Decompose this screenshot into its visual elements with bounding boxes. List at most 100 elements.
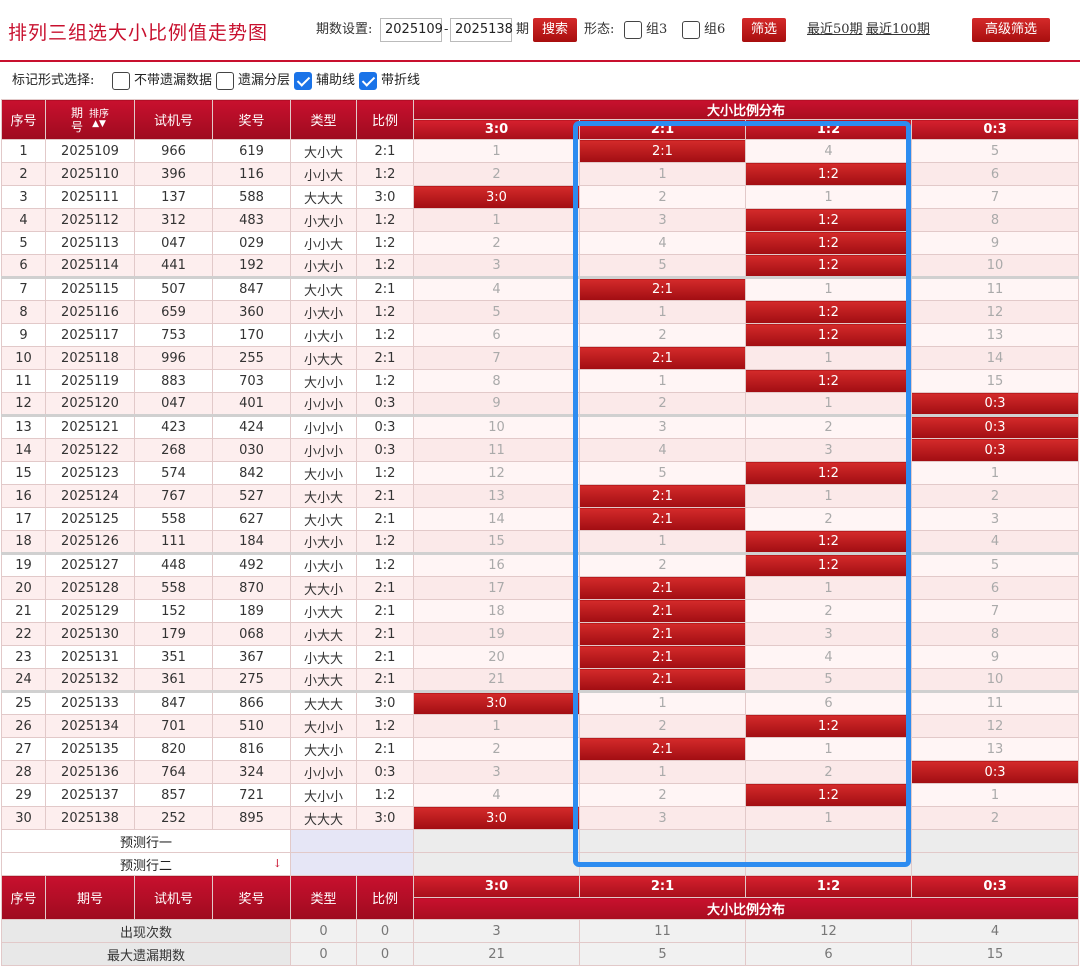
recent-100-link[interactable]: 最近100期	[866, 18, 930, 42]
miss-layer-checkbox[interactable]	[216, 72, 234, 90]
advanced-filter-button[interactable]: 高级筛选	[972, 18, 1050, 42]
row-trial: 111	[134, 530, 213, 554]
dist-miss-cell: 2	[579, 552, 746, 577]
predict-row-2-cell[interactable]	[579, 852, 746, 876]
dist-hit-cell: 3:0	[413, 690, 580, 715]
row-index: 18	[1, 530, 46, 554]
aux-line-checkbox[interactable]	[294, 72, 312, 90]
table-row[interactable]: 4 2025112 312 483 小大小 1:2 1 3 1:2 8	[1, 208, 1080, 232]
dist-miss-cell: 9	[910, 231, 1080, 255]
table-row[interactable]: 26 2025134 701 510 大小小 1:2 1 2 1:2 12	[1, 714, 1080, 738]
table-row[interactable]: 30 2025138 252 895 大大大 3:0 3:0 3 1 2	[1, 806, 1080, 830]
group6-checkbox[interactable]	[682, 21, 700, 39]
table-row[interactable]: 14 2025122 268 030 小小小 0:3 11 4 3 0:3	[1, 438, 1080, 462]
dist-miss-cell: 1	[745, 346, 912, 370]
predict-row-1-cell[interactable]	[579, 829, 746, 853]
row-type: 小大小	[290, 552, 357, 577]
table-row[interactable]: 23 2025131 351 367 小大大 2:1 20 2:1 4 9	[1, 645, 1080, 669]
dist-hit-cell: 1:2	[745, 208, 912, 232]
predict-row-2-cell[interactable]	[745, 852, 912, 876]
group3-label: 组3	[646, 22, 668, 37]
dist-hit-cell: 1:2	[745, 530, 912, 554]
table-row[interactable]: 24 2025132 361 275 小大大 2:1 21 2:1 5 10	[1, 668, 1080, 692]
dist-miss-cell: 5	[413, 300, 580, 324]
row-draw: 116	[212, 162, 291, 186]
dist-hit-cell: 1:2	[745, 369, 912, 393]
row-ratio: 2:1	[356, 599, 414, 623]
trend-table: 序号 期 号 排序 ▲▼ 试机号 奖号 类型 比例 大小比例分布 3:0 2:1…	[1, 99, 1080, 966]
predict-row-1-cell[interactable]	[745, 829, 912, 853]
group3-checkbox[interactable]	[624, 21, 642, 39]
period-from-input[interactable]: 2025109	[380, 18, 443, 42]
table-row[interactable]: 5 2025113 047 029 小小大 1:2 2 4 1:2 9	[1, 231, 1080, 255]
predict-row-1-cell[interactable]	[910, 829, 1080, 853]
no-miss-data-checkbox[interactable]	[112, 72, 130, 90]
row-type: 小大大	[290, 645, 357, 669]
table-row[interactable]: 20 2025128 558 870 大大小 2:1 17 2:1 1 6	[1, 576, 1080, 600]
recent-50-link[interactable]: 最近50期	[807, 18, 863, 42]
dist-miss-cell: 2	[910, 806, 1080, 830]
table-row[interactable]: 16 2025124 767 527 大小大 2:1 13 2:1 1 2	[1, 484, 1080, 508]
table-row[interactable]: 6 2025114 441 192 小大小 1:2 3 5 1:2 10	[1, 254, 1080, 278]
dist-hit-cell: 1:2	[745, 162, 912, 186]
table-row[interactable]: 2 2025110 396 116 小小大 1:2 2 1 1:2 6	[1, 162, 1080, 186]
table-row[interactable]: 11 2025119 883 703 大小小 1:2 8 1 1:2 15	[1, 369, 1080, 393]
table-row[interactable]: 15 2025123 574 842 大小小 1:2 12 5 1:2 1	[1, 461, 1080, 485]
table-row[interactable]: 27 2025135 820 816 大大小 2:1 2 2:1 1 13	[1, 737, 1080, 761]
row-ratio: 1:2	[356, 530, 414, 554]
row-ratio: 2:1	[356, 622, 414, 646]
table-row[interactable]: 18 2025126 111 184 小大小 1:2 15 1 1:2 4	[1, 530, 1080, 554]
row-index: 25	[1, 690, 46, 715]
dist-miss-cell: 1	[745, 806, 912, 830]
row-index: 30	[1, 806, 46, 830]
table-row[interactable]: 21 2025129 152 189 小大大 2:1 18 2:1 2 7	[1, 599, 1080, 623]
dist-miss-cell: 2	[579, 185, 746, 209]
predict-row-2-label[interactable]: 预测行二 ↓	[1, 852, 291, 876]
filter-button[interactable]: 筛选	[742, 18, 786, 42]
table-row[interactable]: 8 2025116 659 360 小大小 1:2 5 1 1:2 12	[1, 300, 1080, 324]
predict-row-2-cell[interactable]	[413, 852, 580, 876]
row-index: 16	[1, 484, 46, 508]
row-draw: 866	[212, 690, 291, 715]
table-row[interactable]: 1 2025109 966 619 大小大 2:1 1 2:1 4 5	[1, 139, 1080, 163]
dist-miss-cell: 1	[910, 461, 1080, 485]
table-row[interactable]: 17 2025125 558 627 大小大 2:1 14 2:1 2 3	[1, 507, 1080, 531]
predict-row-1-cell[interactable]	[413, 829, 580, 853]
table-row[interactable]: 22 2025130 179 068 小大大 2:1 19 2:1 3 8	[1, 622, 1080, 646]
table-row[interactable]: 25 2025133 847 866 大大大 3:0 3:0 1 6 11	[1, 690, 1080, 715]
polyline-checkbox[interactable]	[359, 72, 377, 90]
table-row[interactable]: 13 2025121 423 424 小小小 0:3 10 3 2 0:3	[1, 414, 1080, 439]
table-row[interactable]: 9 2025117 753 170 小大小 1:2 6 2 1:2 13	[1, 323, 1080, 347]
dist-col-0-3: 0:3	[910, 119, 1080, 140]
dist-hit-cell: 1:2	[745, 714, 912, 738]
search-button[interactable]: 搜索	[533, 18, 577, 42]
row-type: 大大大	[290, 806, 357, 830]
table-row[interactable]: 19 2025127 448 492 小大小 1:2 16 2 1:2 5	[1, 552, 1080, 577]
table-row[interactable]: 12 2025120 047 401 小小小 0:3 9 2 1 0:3	[1, 392, 1080, 416]
row-issue: 2025116	[45, 300, 135, 324]
period-to-input[interactable]: 2025138	[450, 18, 513, 42]
row-draw: 627	[212, 507, 291, 531]
dist-hit-cell: 1:2	[745, 552, 912, 577]
row-index: 27	[1, 737, 46, 761]
arrow-down-icon[interactable]: ↓	[273, 857, 282, 870]
predict-row-2-type[interactable]	[290, 852, 414, 876]
table-row[interactable]: 29 2025137 857 721 大小小 1:2 4 2 1:2 1	[1, 783, 1080, 807]
dist-miss-cell: 13	[910, 323, 1080, 347]
row-issue: 2025132	[45, 668, 135, 692]
table-row[interactable]: 28 2025136 764 324 小小小 0:3 3 1 2 0:3	[1, 760, 1080, 784]
row-ratio: 1:2	[356, 714, 414, 738]
predict-row-1-type[interactable]	[290, 829, 414, 853]
table-row[interactable]: 10 2025118 996 255 小大大 2:1 7 2:1 1 14	[1, 346, 1080, 370]
dist-hit-cell: 0:3	[910, 760, 1080, 784]
footer-trial-header: 试机号	[134, 875, 213, 920]
predict-row-2-cell[interactable]	[910, 852, 1080, 876]
predict-row-1-label[interactable]: 预测行一	[1, 829, 291, 853]
dist-miss-cell: 14	[910, 346, 1080, 370]
sort-arrows-icon[interactable]: ▲▼	[89, 120, 109, 129]
table-row[interactable]: 3 2025111 137 588 大大大 3:0 3:0 2 1 7	[1, 185, 1080, 209]
table-row[interactable]: 7 2025115 507 847 大小大 2:1 4 2:1 1 11	[1, 276, 1080, 301]
row-trial: 701	[134, 714, 213, 738]
col-issue-header[interactable]: 期 号 排序 ▲▼	[45, 99, 135, 140]
row-ratio: 2:1	[356, 668, 414, 692]
